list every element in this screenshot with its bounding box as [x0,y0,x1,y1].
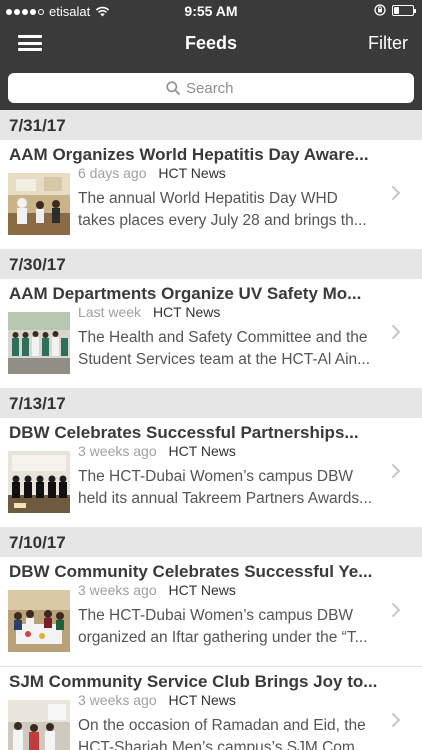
feed-list: 7/31/17 AAM Organizes World Hepatitis Da… [0,110,422,750]
feed-item-time-ago: 3 weeks ago [78,582,157,598]
feed-item-thumbnail [8,451,70,513]
filter-button[interactable]: Filter [368,33,408,54]
feed-item-source: HCT News [168,692,236,708]
feed-item-source: HCT News [152,304,221,320]
feed-item-time-ago: 6 days ago [78,165,147,181]
chevron-right-icon [392,713,400,727]
section-date-header: 7/13/17 [0,388,422,418]
section-date-header: 7/30/17 [0,249,422,279]
feed-item-thumbnail [8,590,70,652]
feed-item[interactable]: SJM Community Service Club Brings Joy to… [0,666,422,750]
app: etisalat 9:55 AM Feeds Filter Search 7/3… [0,0,422,750]
section-date-header: 7/31/17 [0,110,422,140]
status-bar: etisalat 9:55 AM [0,0,422,22]
chevron-right-icon [392,325,400,339]
feed-item-excerpt: On the occasion of Ramadan and Eid, the … [78,717,368,750]
feed-item-source: HCT News [168,582,236,598]
battery-icon [392,4,416,16]
feed-item-excerpt: The HCT-Dubai Women’s campus DBW held it… [78,468,373,507]
feed-item-title: DBW Celebrates Successful Partnerships..… [9,423,359,442]
search-icon [166,81,180,95]
feed-item-thumbnail [8,700,70,750]
feed-item-source: HCT News [168,443,236,459]
feed-item-meta: 3 weeks ago HCT News [78,692,236,708]
feed-item-time-ago: 3 weeks ago [78,443,157,459]
feed-item-time-ago: 3 weeks ago [78,692,157,708]
feed-item-thumbnail [8,312,70,374]
feed-item-source: HCT News [158,165,226,181]
search-input[interactable] [186,79,256,97]
chevron-right-icon [392,186,400,200]
feed-item-meta: Last week HCT News [78,304,220,320]
status-right [374,4,416,16]
feed-item-thumbnail [8,173,70,235]
feed-item[interactable]: DBW Celebrates Successful Partnerships..… [0,418,422,527]
feed-item-excerpt: The HCT-Dubai Women’s campus DBW organiz… [78,607,368,646]
feed-item-time-ago: Last week [78,304,142,320]
feed-item-meta: 3 weeks ago HCT News [78,582,236,598]
feed-item-title: SJM Community Service Club Brings Joy to… [9,672,378,691]
nav-bar: Feeds Filter [0,22,422,66]
search-bar [0,66,422,110]
feed-item-title: AAM Departments Organize UV Safety Mo... [9,284,362,303]
page-title: Feeds [184,33,238,53]
feed-item[interactable]: DBW Community Celebrates Successful Ye..… [0,557,422,666]
chevron-right-icon [392,603,400,617]
feed-item-excerpt: The Health and Safety Committee and the … [78,329,371,368]
feed-item[interactable]: AAM Departments Organize UV Safety Mo...… [0,279,422,388]
chevron-right-icon [392,464,400,478]
orientation-lock-icon [374,4,386,16]
feed-item-meta: 6 days ago HCT News [78,165,226,181]
feed-item-title: DBW Community Celebrates Successful Ye..… [9,562,373,581]
search-box[interactable] [8,73,414,103]
section-date-header: 7/10/17 [0,527,422,557]
status-time: 9:55 AM [184,3,238,19]
feed-item-title: AAM Organizes World Hepatitis Day Aware.… [9,145,369,164]
feed-item-excerpt: The annual World Hepatitis Day WHD takes… [78,190,367,229]
feed-item-meta: 3 weeks ago HCT News [78,443,236,459]
feed-item[interactable]: AAM Organizes World Hepatitis Day Aware.… [0,140,422,249]
